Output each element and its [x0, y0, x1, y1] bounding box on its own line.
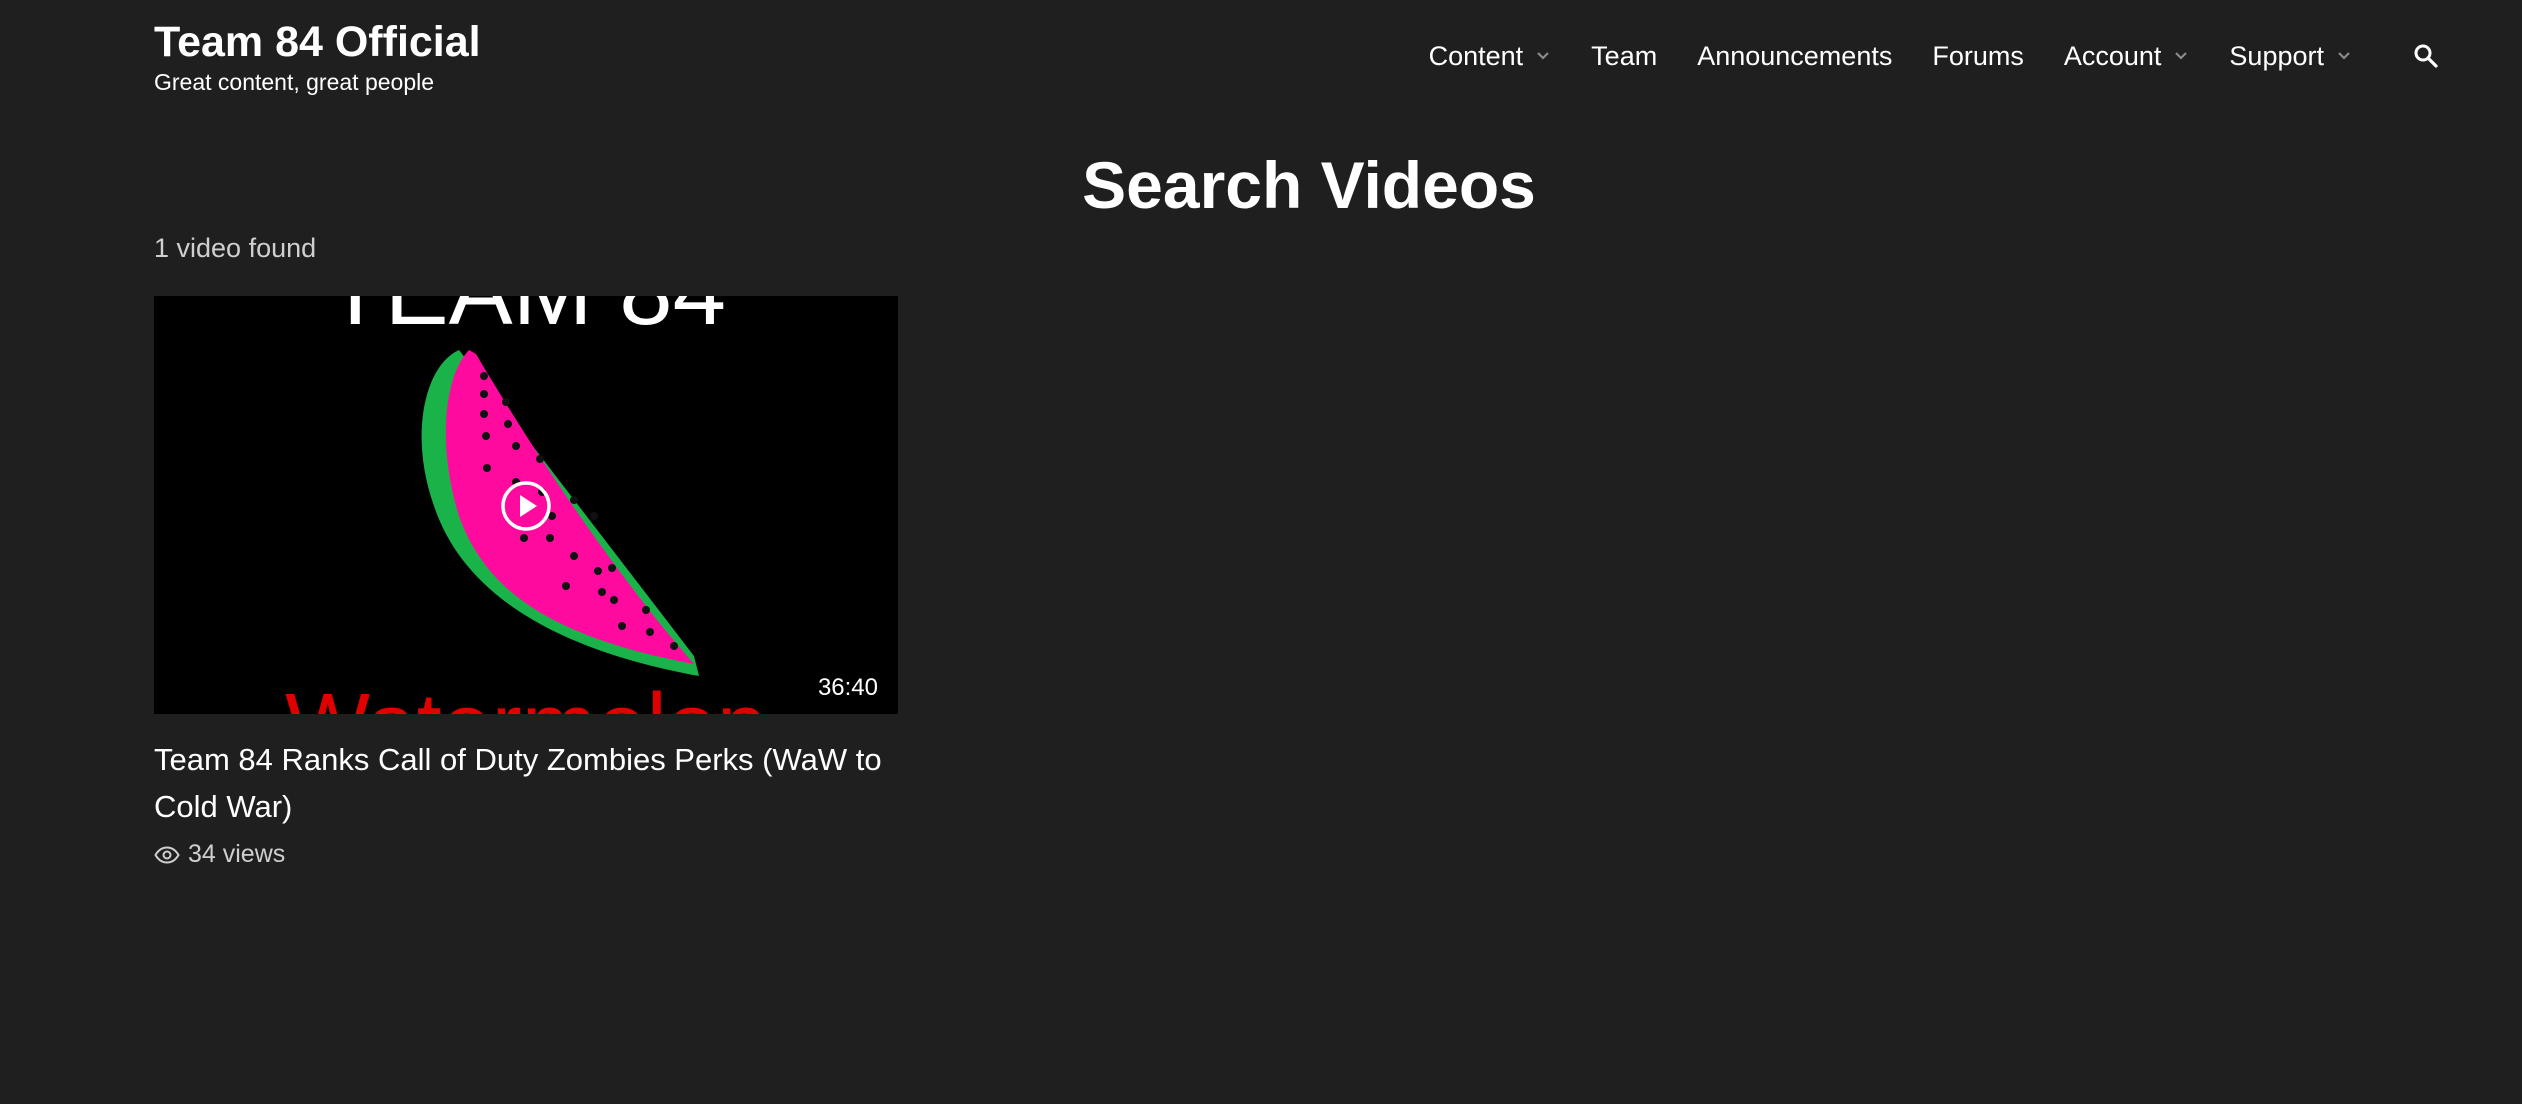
result-count: 1 video found [154, 233, 317, 263]
nav-item-announcements[interactable]: Announcements [1697, 41, 1892, 72]
video-title-link[interactable]: Team 84 Ranks Call of Duty Zombies Perks… [154, 736, 898, 830]
site-tagline: Great content, great people [154, 69, 435, 95]
search-button[interactable] [2412, 42, 2440, 70]
video-card: TEAM 84 Watermelon 36:40 [154, 296, 898, 869]
thumbnail-bottom-text: Watermelon [285, 676, 767, 714]
chevron-down-icon [2175, 52, 2188, 60]
nav-item-support[interactable]: Support [2229, 41, 2352, 72]
views-count: 34 views [188, 840, 286, 868]
nav-item-label: Support [2229, 40, 2324, 71]
main-nav: Content Team Announcements Forums Accoun… [1429, 36, 2440, 76]
nav-item-label: Forums [1932, 40, 2024, 71]
site-header: Team 84 Official Great content, great pe… [154, 0, 2440, 110]
page-title: Search Videos [1082, 148, 1536, 222]
video-duration: 36:40 [817, 674, 878, 701]
chevron-down-icon [2338, 52, 2350, 60]
play-icon[interactable] [500, 480, 552, 532]
nav-item-label: Account [2063, 40, 2162, 71]
thumbnail-top-text: TEAM 84 [326, 296, 726, 345]
nav-item-label: Announcements [1697, 40, 1893, 71]
site-brand[interactable]: Team 84 Official Great content, great pe… [154, 16, 481, 96]
site-title[interactable]: Team 84 Official [154, 16, 481, 68]
chevron-down-icon [1537, 52, 1549, 60]
video-thumbnail[interactable]: TEAM 84 Watermelon 36:40 [154, 296, 898, 714]
nav-item-content[interactable]: Content [1429, 41, 1552, 72]
nav-item-label: Team [1591, 40, 1658, 71]
nav-item-team[interactable]: Team [1591, 41, 1657, 72]
search-icon [2414, 44, 2438, 68]
nav-item-account[interactable]: Account [2064, 41, 2190, 72]
nav-item-forums[interactable]: Forums [1932, 41, 2024, 72]
eye-icon [154, 845, 180, 864]
nav-item-label: Content [1428, 40, 1524, 71]
video-views: 34 views [154, 840, 898, 869]
